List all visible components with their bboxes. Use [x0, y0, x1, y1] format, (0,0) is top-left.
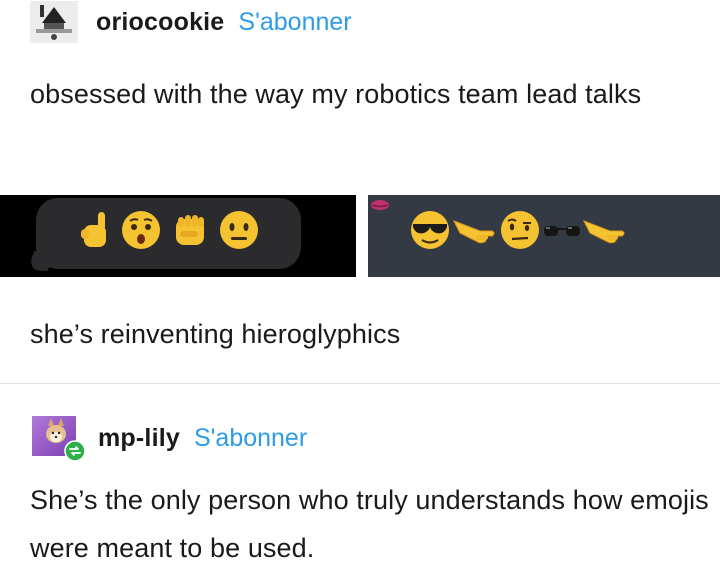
- emoji-screenshot-right: [368, 195, 720, 277]
- raised-fist-emoji: [176, 215, 204, 245]
- follow-button[interactable]: S'abonner: [238, 8, 351, 37]
- username[interactable]: oriocookie: [96, 8, 224, 37]
- pinky-point-up-emoji: [81, 212, 106, 247]
- post-mp-lily: mp-lily S'abonner She’s the only person …: [0, 384, 720, 581]
- dog-avatar[interactable]: [30, 414, 90, 462]
- avatar-image: [30, 1, 78, 43]
- reblog-icon: [64, 440, 86, 462]
- pointing-hand-emoji: [582, 220, 625, 244]
- sunglasses-face-emoji: [411, 211, 449, 249]
- post-oriocookie: oriocookie S'abonner obsessed with the w…: [0, 0, 720, 383]
- neutral-face-emoji: [220, 211, 258, 249]
- username[interactable]: mp-lily: [98, 424, 180, 453]
- raised-eyebrow-face-emoji: [501, 211, 539, 249]
- post-text-2: she’s reinventing hieroglyphics: [30, 319, 401, 349]
- follow-button[interactable]: S'abonner: [194, 424, 307, 453]
- sunglasses-emoji: [544, 226, 580, 236]
- emoji-row: [76, 209, 260, 251]
- emoji-row: [408, 209, 628, 251]
- post-text: obsessed with the way my robotics team l…: [30, 79, 642, 109]
- user-avatar[interactable]: [30, 1, 78, 43]
- worried-face-emoji: [122, 211, 160, 249]
- post-text: She’s the only person who truly understa…: [30, 485, 709, 563]
- lips-icon: [371, 200, 389, 210]
- pointing-hand-emoji: [452, 220, 495, 244]
- emoji-screenshot-left: [0, 195, 356, 277]
- post-header: oriocookie S'abonner: [30, 0, 352, 44]
- post-header: mp-lily S'abonner: [30, 414, 307, 462]
